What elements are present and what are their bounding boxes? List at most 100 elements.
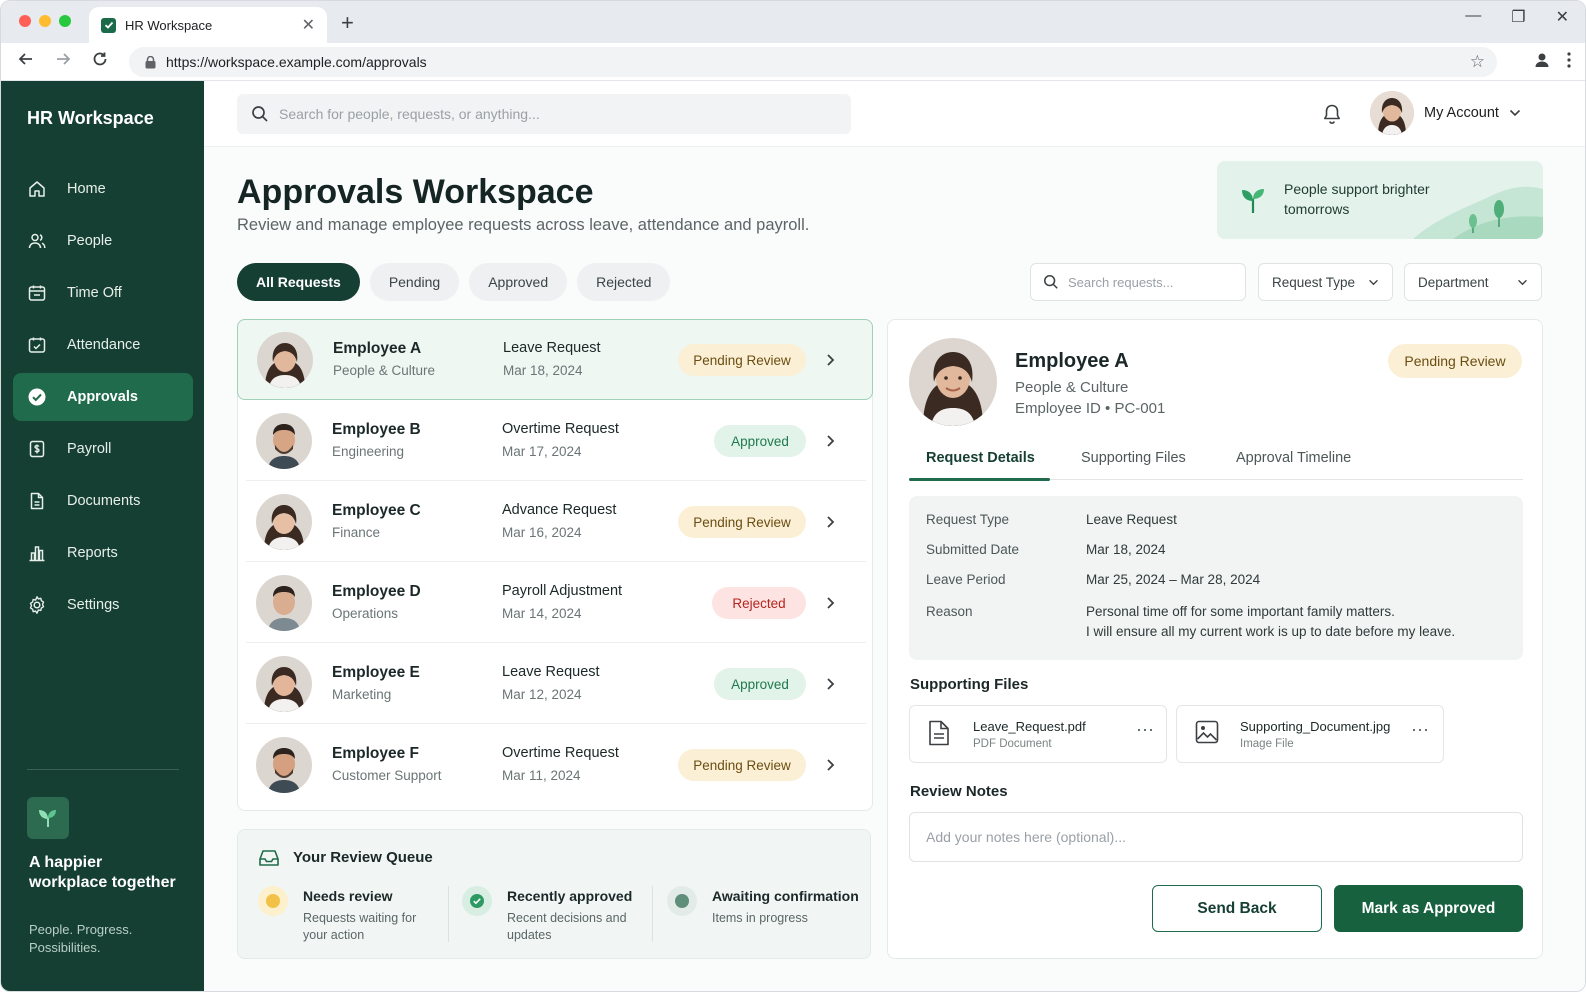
sidebar-item-documents[interactable]: Documents [13, 477, 193, 525]
request-row[interactable]: Employee B Engineering Overtime Request Mar… [246, 401, 866, 481]
employee-avatar [909, 338, 997, 426]
request-detail-panel: Employee A People & Culture Employee ID … [887, 319, 1543, 959]
tab-close-icon[interactable]: ✕ [302, 15, 315, 35]
browser-menu-icon[interactable] [1567, 52, 1571, 73]
review-queue: Your Review Queue Needs review Requests … [237, 829, 871, 959]
minimize-icon[interactable]: — [1465, 7, 1481, 27]
time-off-icon [28, 285, 46, 301]
tab-pending[interactable]: Pending [369, 263, 460, 301]
browser-window: HR Workspace ✕ + — ❐ ✕ https://workspace… [0, 0, 1586, 992]
sidebar-item-home[interactable]: Home [13, 165, 193, 213]
request-type: Leave Request [503, 340, 601, 356]
sidebar-item-people[interactable]: People [13, 217, 193, 265]
sidebar-item-approvals[interactable]: Approvals [13, 373, 193, 421]
back-arrow-icon[interactable] [17, 50, 35, 73]
file-card-image[interactable]: Supporting_Document.jpg Image File ⋯ [1176, 705, 1444, 763]
chevron-right-icon[interactable] [824, 512, 838, 532]
minimize-window-dot[interactable] [39, 15, 51, 27]
request-row[interactable]: Employee D Operations Payroll Adjustment Ma… [246, 563, 866, 643]
new-tab-icon[interactable]: + [341, 10, 354, 36]
close-window-dot[interactable] [19, 15, 31, 27]
tab-supporting-files[interactable]: Supporting Files [1081, 450, 1186, 466]
address-bar[interactable]: https://workspace.example.com/approvals … [129, 47, 1497, 77]
hills-illustration [1413, 186, 1543, 239]
status-badge: Pending Review [678, 749, 806, 781]
payroll-icon [29, 440, 45, 458]
chevron-right-icon[interactable] [824, 593, 838, 613]
mark-approved-button[interactable]: Mark as Approved [1334, 885, 1523, 932]
fact-label: Leave Period [926, 572, 1006, 587]
chevron-right-icon[interactable] [824, 350, 838, 370]
sidebar-item-label: Reports [67, 545, 118, 561]
global-search-input[interactable] [279, 106, 819, 122]
sprout-icon [27, 797, 69, 839]
send-back-button[interactable]: Send Back [1152, 885, 1322, 932]
check-circle-icon [28, 388, 46, 406]
sidebar-tagline: A happier workplace together [29, 854, 176, 891]
chevron-right-icon[interactable] [824, 674, 838, 694]
people-icon [28, 233, 46, 249]
account-menu[interactable]: My Account [1370, 91, 1521, 135]
request-row[interactable]: Employee A People & Culture Leave Request M… [237, 319, 873, 400]
employee-name: Employee F [332, 745, 419, 762]
department-dropdown[interactable]: Department [1404, 263, 1542, 301]
sidebar-item-attendance[interactable]: Attendance [13, 321, 193, 369]
request-search-input[interactable] [1068, 274, 1228, 290]
request-row[interactable]: Employee C Finance Advance Request Mar 16, … [246, 482, 866, 562]
profile-icon[interactable] [1533, 51, 1551, 74]
sidebar-item-reports[interactable]: Reports [13, 529, 193, 577]
employee-department: People & Culture [1015, 379, 1129, 396]
maximize-window-dot[interactable] [59, 15, 71, 27]
request-row[interactable]: Employee E Marketing Leave Request Mar 12, … [246, 644, 866, 724]
browser-tab[interactable]: HR Workspace ✕ [89, 7, 327, 43]
tab-approval-timeline[interactable]: Approval Timeline [1236, 450, 1351, 466]
fact-value: Personal time off for some important fam… [1086, 604, 1395, 619]
queue-divider [652, 886, 653, 942]
tab-approved[interactable]: Approved [469, 263, 568, 301]
queue-divider [448, 886, 449, 942]
request-search [1030, 263, 1246, 301]
fact-value: Mar 18, 2024 [1086, 542, 1166, 557]
tab-request-details[interactable]: Request Details [926, 450, 1035, 466]
employee-department: Finance [332, 525, 381, 540]
home-icon [29, 181, 45, 197]
file-name: Supporting_Document.jpg [1240, 719, 1391, 734]
request-type-label: Request Type [1272, 274, 1356, 290]
check-circle-icon [462, 886, 492, 916]
tab-rejected[interactable]: Rejected [577, 263, 671, 301]
chevron-right-icon[interactable] [824, 755, 838, 775]
status-badge: Pending Review [678, 344, 806, 376]
file-card-pdf[interactable]: Leave_Request.pdf PDF Document ⋯ [909, 705, 1167, 763]
request-type-dropdown[interactable]: Request Type [1258, 263, 1393, 301]
close-icon[interactable]: ✕ [1556, 7, 1569, 27]
request-date: Mar 18, 2024 [503, 363, 583, 378]
review-notes-input[interactable] [909, 812, 1523, 862]
queue-item-subtitle: Items in progress [712, 911, 808, 925]
more-icon[interactable]: ⋯ [1411, 720, 1430, 741]
bookmark-star-icon[interactable]: ☆ [1470, 52, 1485, 72]
department-label: Department [1418, 274, 1489, 290]
request-row[interactable]: Employee F Customer Support Overtime Reque… [246, 725, 866, 805]
employee-department: Engineering [332, 444, 405, 459]
calendar-icon [28, 337, 46, 353]
status-badge: Rejected [712, 587, 806, 619]
request-date: Mar 11, 2024 [502, 768, 581, 783]
tab-all-requests[interactable]: All Requests [237, 263, 360, 301]
sidebar-item-time-off[interactable]: Time Off [13, 269, 193, 317]
avatar [257, 332, 313, 388]
tab-title: HR Workspace [125, 17, 213, 33]
reload-icon[interactable] [91, 50, 109, 73]
lock-icon [145, 55, 156, 69]
more-icon[interactable]: ⋯ [1136, 720, 1155, 741]
bell-icon[interactable] [1322, 103, 1342, 130]
employee-department: Marketing [332, 687, 392, 702]
sidebar-item-payroll[interactable]: Payroll [13, 425, 193, 473]
request-type: Advance Request [502, 502, 617, 518]
employee-department: Customer Support [332, 768, 442, 783]
queue-item-subtitle: Recent decisions and updates [507, 911, 627, 942]
forward-arrow-icon[interactable] [54, 50, 72, 73]
chevron-right-icon[interactable] [824, 431, 838, 451]
sidebar-item-settings[interactable]: Settings [13, 581, 193, 629]
restore-icon[interactable]: ❐ [1511, 7, 1525, 27]
fact-value-line2: I will ensure all my current work is up … [1086, 624, 1456, 639]
